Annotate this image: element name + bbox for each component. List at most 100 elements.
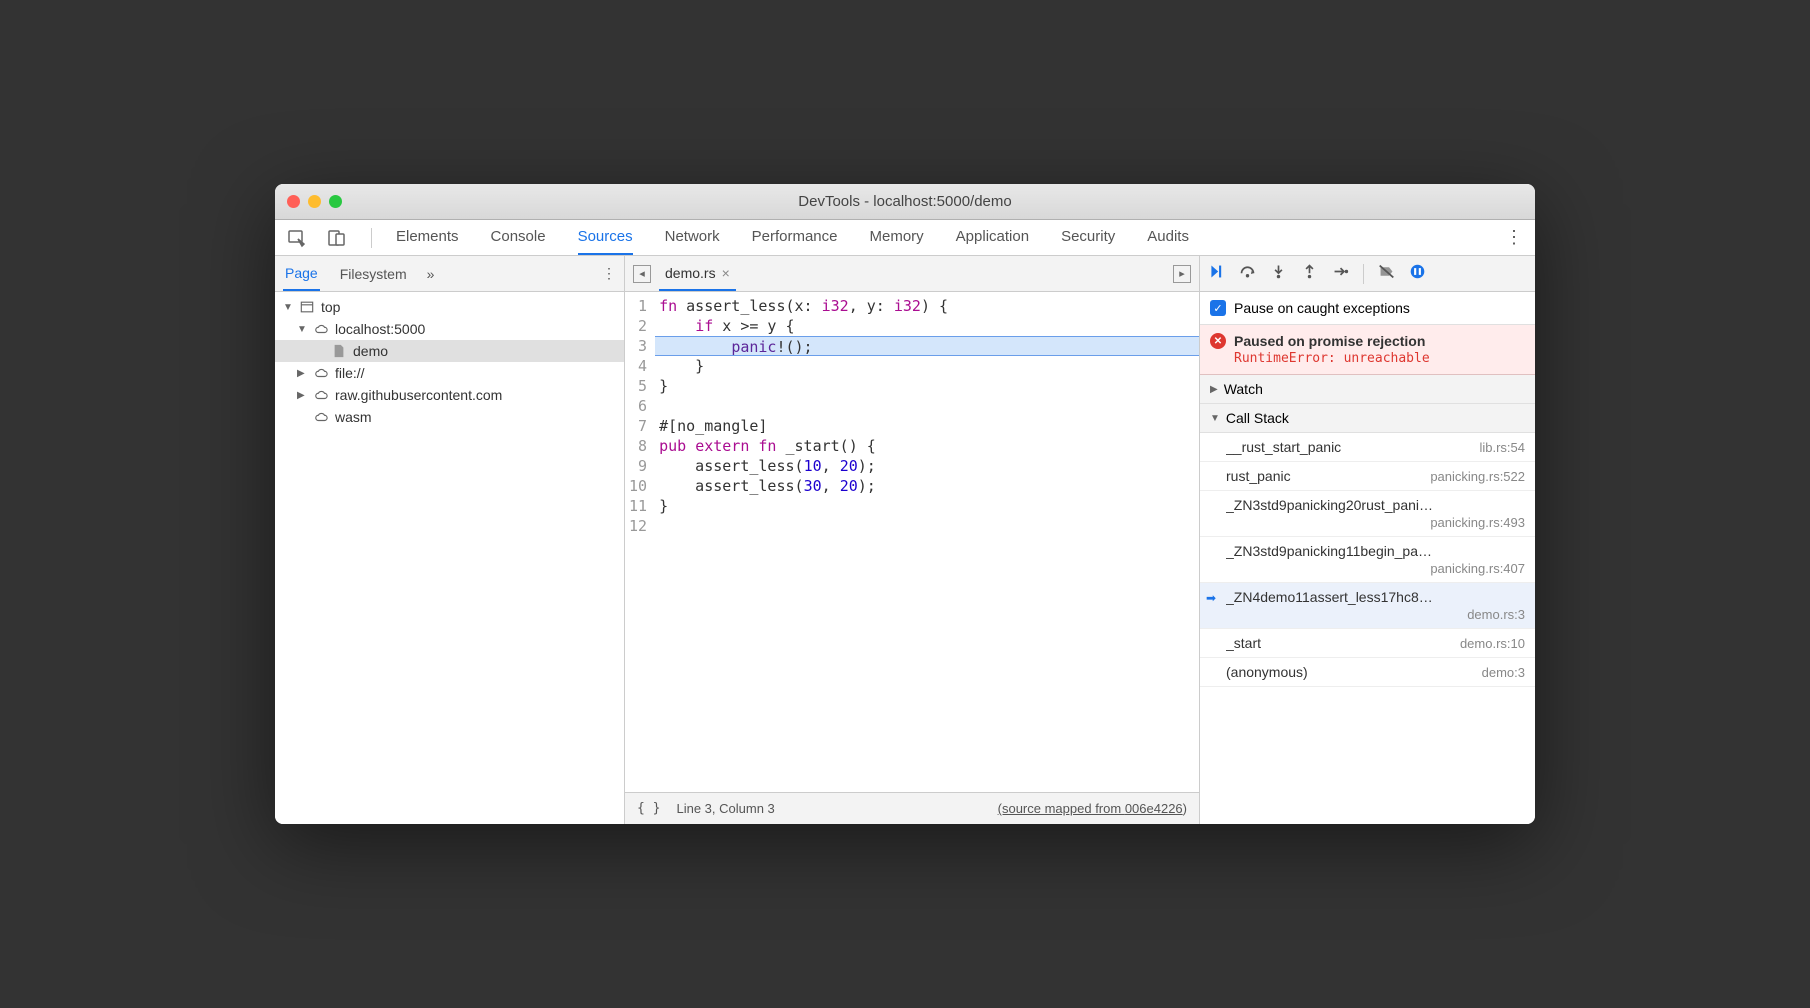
- frame-icon: [299, 299, 315, 315]
- nav-back-icon[interactable]: ◂: [633, 265, 651, 283]
- stack-frame[interactable]: _startdemo.rs:10: [1200, 629, 1535, 658]
- code-line[interactable]: panic!();: [655, 336, 1199, 356]
- pause-exceptions-icon[interactable]: [1409, 263, 1426, 285]
- editor-panel: ◂ demo.rs × ▸ 123456789101112 fn assert_…: [625, 256, 1200, 824]
- frame-function: (anonymous): [1226, 664, 1308, 680]
- tab-elements[interactable]: Elements: [396, 220, 459, 255]
- code-editor[interactable]: 123456789101112 fn assert_less(x: i32, y…: [625, 292, 1199, 792]
- tree-item-label: raw.githubusercontent.com: [335, 387, 502, 403]
- tab-network[interactable]: Network: [665, 220, 720, 255]
- inspect-element-icon[interactable]: [287, 230, 307, 246]
- editor-tab[interactable]: demo.rs ×: [659, 265, 736, 291]
- code-line[interactable]: [655, 396, 1199, 416]
- tab-application[interactable]: Application: [956, 220, 1029, 255]
- sidebar-menu-icon[interactable]: ⋮: [602, 265, 616, 282]
- code-line[interactable]: #[no_mangle]: [655, 416, 1199, 436]
- tab-audits[interactable]: Audits: [1147, 220, 1189, 255]
- frame-location: demo:3: [1482, 665, 1525, 680]
- frame-location: demo.rs:3: [1467, 607, 1525, 622]
- code-line[interactable]: }: [655, 496, 1199, 516]
- tree-item[interactable]: ▼ top: [275, 296, 624, 318]
- stack-frame[interactable]: ➡_ZN4demo11assert_less17hc8…demo.rs:3: [1200, 583, 1535, 629]
- more-tabs-icon[interactable]: »: [427, 266, 435, 282]
- sidetab-filesystem[interactable]: Filesystem: [338, 258, 409, 290]
- debugger-toolbar: [1200, 256, 1535, 292]
- editor-statusbar: { } Line 3, Column 3 (source mapped from…: [625, 792, 1199, 824]
- code-line[interactable]: pub extern fn _start() {: [655, 436, 1199, 456]
- code-line[interactable]: }: [655, 376, 1199, 396]
- deactivate-breakpoints-icon[interactable]: [1378, 263, 1395, 285]
- frame-location: panicking.rs:493: [1430, 515, 1525, 530]
- maximize-window-button[interactable]: [329, 195, 342, 208]
- code-area[interactable]: fn assert_less(x: i32, y: i32) { if x >=…: [655, 292, 1199, 792]
- tab-security[interactable]: Security: [1061, 220, 1115, 255]
- device-toolbar-icon[interactable]: [327, 230, 347, 246]
- stack-frame[interactable]: rust_panicpanicking.rs:522: [1200, 462, 1535, 491]
- close-tab-icon[interactable]: ×: [722, 265, 730, 281]
- checkbox-checked-icon[interactable]: ✓: [1210, 300, 1226, 316]
- frame-function: _ZN3std9panicking11begin_pa…: [1226, 543, 1525, 559]
- editor-tab-label: demo.rs: [665, 265, 716, 281]
- callstack-label: Call Stack: [1226, 410, 1289, 426]
- sidetab-page[interactable]: Page: [283, 257, 320, 291]
- error-icon: ✕: [1210, 333, 1226, 349]
- tree-item[interactable]: demo: [275, 340, 624, 362]
- debugger-sidebar: ✓ Pause on caught exceptions ✕ Paused on…: [1200, 256, 1535, 824]
- tree-item[interactable]: ▶ raw.githubusercontent.com: [275, 384, 624, 406]
- pause-on-caught-option[interactable]: ✓ Pause on caught exceptions: [1200, 292, 1535, 325]
- code-line[interactable]: assert_less(30, 20);: [655, 476, 1199, 496]
- panel-tabs: Elements Console Sources Network Perform…: [396, 220, 1189, 255]
- callstack-section-header[interactable]: ▼ Call Stack: [1200, 404, 1535, 433]
- stack-frame[interactable]: _ZN3std9panicking11begin_pa… panicking.rs…: [1200, 537, 1535, 583]
- window-title: DevTools - localhost:5000/demo: [798, 193, 1011, 210]
- chevron-down-icon: ▼: [1210, 413, 1220, 424]
- frame-location: panicking.rs:407: [1430, 561, 1525, 576]
- minimize-window-button[interactable]: [308, 195, 321, 208]
- resume-icon[interactable]: [1208, 263, 1225, 285]
- cloud-icon: [313, 321, 329, 337]
- tree-item[interactable]: wasm: [275, 406, 624, 428]
- code-line[interactable]: }: [655, 356, 1199, 376]
- step-over-icon[interactable]: [1239, 263, 1256, 285]
- frame-function: _ZN3std9panicking20rust_pani…: [1226, 497, 1525, 513]
- code-line[interactable]: fn assert_less(x: i32, y: i32) {: [655, 296, 1199, 316]
- cursor-position: Line 3, Column 3: [676, 801, 774, 816]
- pretty-print-icon[interactable]: { }: [637, 801, 660, 816]
- chevron-right-icon: ▶: [297, 368, 307, 379]
- step-into-icon[interactable]: [1270, 263, 1287, 285]
- tab-performance[interactable]: Performance: [752, 220, 838, 255]
- tree-item-label: top: [321, 299, 340, 315]
- tab-memory[interactable]: Memory: [870, 220, 924, 255]
- tree-item-label: file://: [335, 365, 365, 381]
- tree-item[interactable]: ▶ file://: [275, 362, 624, 384]
- step-out-icon[interactable]: [1301, 263, 1318, 285]
- step-icon[interactable]: [1332, 263, 1349, 285]
- separator: [1363, 264, 1364, 284]
- navigator-sidebar: Page Filesystem » ⋮ ▼ top ▼localhost:5000 d…: [275, 256, 625, 824]
- tab-console[interactable]: Console: [491, 220, 546, 255]
- cloud-icon: [313, 365, 329, 381]
- source-map-link[interactable]: 006e4226: [1125, 801, 1183, 816]
- watch-section-header[interactable]: ▶ Watch: [1200, 375, 1535, 404]
- devtools-window: DevTools - localhost:5000/demo Elements …: [275, 184, 1535, 824]
- stack-frame[interactable]: (anonymous) demo:3: [1200, 658, 1535, 687]
- pause-error-text: RuntimeError: unreachable: [1210, 351, 1525, 366]
- tree-item-label: demo: [353, 343, 388, 359]
- close-window-button[interactable]: [287, 195, 300, 208]
- more-menu-icon[interactable]: ⋮: [1505, 227, 1523, 248]
- code-line[interactable]: if x >= y {: [655, 316, 1199, 336]
- editor-tabbar: ◂ demo.rs × ▸: [625, 256, 1199, 292]
- call-stack-list: __rust_start_paniclib.rs:54rust_panicpan…: [1200, 433, 1535, 824]
- stack-frame[interactable]: __rust_start_paniclib.rs:54: [1200, 433, 1535, 462]
- nav-fwd-icon[interactable]: ▸: [1173, 265, 1191, 283]
- chevron-down-icon: ▼: [283, 302, 293, 313]
- frame-function: _start: [1226, 635, 1261, 651]
- stack-frame[interactable]: _ZN3std9panicking20rust_pani… panicking.r…: [1200, 491, 1535, 537]
- frame-function: __rust_start_panic: [1226, 439, 1341, 455]
- tab-sources[interactable]: Sources: [578, 220, 633, 255]
- tree-item[interactable]: ▼localhost:5000: [275, 318, 624, 340]
- chevron-right-icon: ▶: [297, 390, 307, 401]
- code-line[interactable]: assert_less(10, 20);: [655, 456, 1199, 476]
- code-line[interactable]: [655, 516, 1199, 536]
- tree-item-label: wasm: [335, 409, 372, 425]
